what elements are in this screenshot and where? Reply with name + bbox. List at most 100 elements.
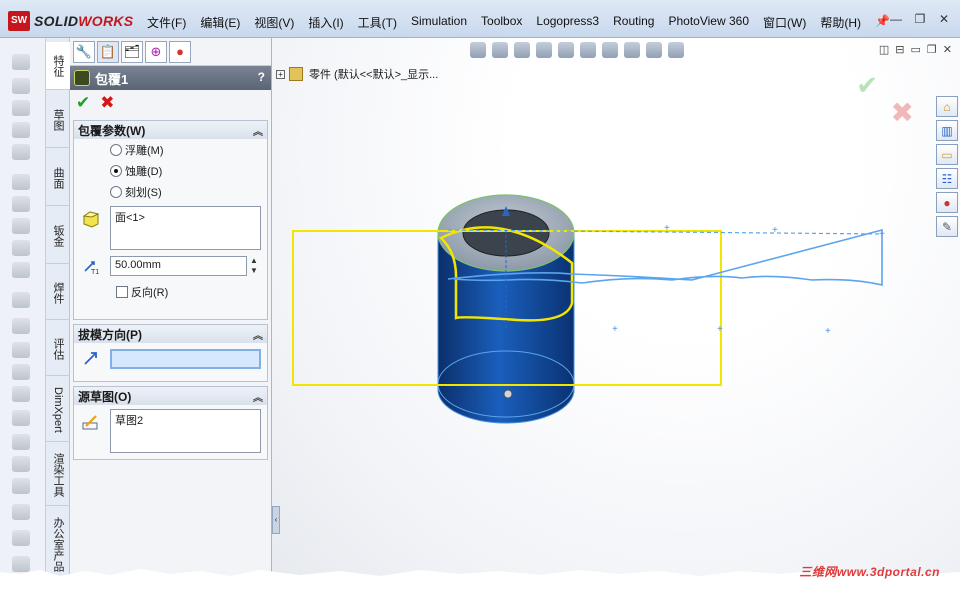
radio-button[interactable] [110, 143, 122, 156]
ref-point: + [664, 223, 670, 234]
ref-point: + [825, 326, 831, 337]
cancel-button[interactable]: ✖ [100, 93, 114, 113]
graphics-area[interactable]: ◫ ⊟ ▭ ❐ ✕ + 零件 (默认<<默认>_显示... ✔ ✖ ‹ + + … [272, 38, 960, 590]
reference-geometry-icon[interactable] [12, 478, 30, 494]
command-manager-tabs: 特征 草图 曲面 钣金 焊件 评估 DimXpert 渲染工具 办公室产品 [46, 38, 70, 590]
tab-label: 渲染工具 [52, 452, 64, 497]
view-palette-icon[interactable]: ☷ [936, 168, 958, 189]
manager-tabs: 🔧 📋 🗂 ⊕ ● [70, 38, 271, 66]
hole-wizard-icon[interactable] [12, 196, 30, 212]
extrude-boss-icon[interactable] [12, 54, 30, 70]
chevron-up-icon[interactable]: ︽ [253, 389, 263, 404]
group-title: 包覆参数(W) [78, 123, 146, 138]
pull-direction-field[interactable] [110, 349, 261, 369]
spin-arrows[interactable]: ▲ ▼ [250, 256, 260, 276]
direction-arrow-icon [84, 352, 97, 365]
radio-scribe[interactable]: 刻划(S) [74, 181, 267, 202]
swept-boss-icon[interactable] [12, 100, 30, 116]
source-sketch-group: 源草图(O) ︽ 草图2 [73, 386, 268, 460]
menu-view[interactable]: 视图(V) [247, 8, 301, 36]
tab-dimxpert[interactable]: DimXpert [46, 378, 70, 442]
curves-icon[interactable] [12, 504, 30, 520]
list-item[interactable]: 面<1> [115, 209, 256, 225]
tab-render-tools[interactable]: 渲染工具 [46, 444, 70, 506]
restore-icon[interactable]: ❐ [910, 10, 930, 28]
radio-button[interactable] [110, 185, 122, 198]
tab-sheet-metal[interactable]: 钣金 [46, 208, 70, 264]
menu-tools[interactable]: 工具(T) [351, 8, 404, 36]
minimize-icon[interactable]: — [886, 10, 906, 28]
thickness-icon: T1 [84, 261, 99, 275]
dimxpert-manager-icon[interactable]: ⊕ [145, 40, 167, 63]
menu-simulation[interactable]: Simulation [404, 8, 474, 36]
model-preview: + + + + + + [292, 194, 885, 424]
fillet-icon[interactable] [12, 292, 30, 308]
instant3d-icon[interactable] [12, 530, 30, 546]
checkbox-label: 反向(R) [131, 287, 169, 299]
tab-features[interactable]: 特征 [46, 42, 70, 90]
lofted-cut-icon[interactable] [12, 262, 30, 278]
menu-photoview[interactable]: PhotoView 360 [661, 8, 756, 36]
linear-pattern-icon[interactable] [12, 318, 30, 334]
chevron-up-icon[interactable]: ︽ [253, 327, 263, 342]
shell-icon[interactable] [12, 386, 30, 402]
source-sketch-list[interactable]: 草图2 [110, 409, 261, 453]
tab-weldments[interactable]: 焊件 [46, 266, 70, 320]
menu-edit[interactable]: 编辑(E) [193, 8, 247, 36]
radio-label: 浮雕(M) [125, 144, 164, 157]
intersect-icon[interactable] [12, 434, 30, 450]
ok-button[interactable]: ✔ [76, 93, 90, 113]
ref-point: + [879, 229, 885, 240]
pull-direction-group: 拔模方向(P) ︽ [73, 324, 268, 382]
menu-toolbox[interactable]: Toolbox [474, 8, 529, 36]
tab-evaluate[interactable]: 评估 [46, 322, 70, 376]
pull-direction-row [74, 343, 267, 369]
group-title: 拔模方向(P) [78, 327, 142, 342]
property-manager-icon[interactable]: 📋 [97, 40, 119, 63]
chevron-up-icon[interactable]: ︽ [253, 123, 263, 138]
group-header[interactable]: 拔模方向(P) ︽ [74, 325, 267, 343]
radio-emboss[interactable]: 浮雕(M) [74, 139, 267, 160]
help-button[interactable]: ? [258, 70, 265, 84]
menu-logopress[interactable]: Logopress3 [529, 8, 606, 36]
ok-cancel-bar: ✔ ✖ [70, 90, 271, 116]
checkbox[interactable] [116, 286, 128, 298]
feature-manager-icon[interactable]: 🔧 [73, 40, 95, 63]
appearances-icon[interactable]: ● [936, 192, 958, 213]
design-library-icon[interactable]: ▥ [936, 120, 958, 141]
extruded-cut-icon[interactable] [12, 174, 30, 190]
tab-surfaces[interactable]: 曲面 [46, 150, 70, 206]
list-item[interactable]: 草图2 [115, 412, 256, 428]
group-header[interactable]: 源草图(O) ︽ [74, 387, 267, 405]
radio-deboss[interactable]: 蚀雕(D) [74, 160, 267, 181]
tab-sketch[interactable]: 草图 [46, 92, 70, 148]
configuration-manager-icon[interactable]: 🗂 [121, 40, 143, 63]
boundary-boss-icon[interactable] [12, 144, 30, 160]
mirror-icon[interactable] [12, 456, 30, 472]
tab-label: 焊件 [52, 281, 64, 304]
face-list[interactable]: 面<1> [110, 206, 261, 250]
menu-help[interactable]: 帮助(H) [813, 8, 868, 36]
custom-properties-icon[interactable]: ✎ [936, 216, 958, 237]
menu-file[interactable]: 文件(F) [140, 8, 193, 36]
menu-insert[interactable]: 插入(I) [301, 8, 350, 36]
display-manager-icon[interactable]: ● [169, 40, 191, 63]
rib-icon[interactable] [12, 342, 30, 358]
reverse-checkbox[interactable]: 反向(R) [74, 276, 267, 304]
wrap-icon[interactable] [12, 410, 30, 426]
home-icon[interactable]: ⌂ [936, 96, 958, 117]
draft-icon[interactable] [12, 364, 30, 380]
ref-point: + [717, 324, 723, 335]
close-icon[interactable]: ✕ [934, 10, 954, 28]
lofted-boss-icon[interactable] [12, 122, 30, 138]
revolve-boss-icon[interactable] [12, 78, 30, 94]
file-explorer-icon[interactable]: ▭ [936, 144, 958, 165]
solidworks-logo[interactable]: SW SOLIDWORKS [8, 10, 133, 32]
group-header[interactable]: 包覆参数(W) ︽ [74, 121, 267, 139]
menu-routing[interactable]: Routing [606, 8, 661, 36]
swept-cut-icon[interactable] [12, 240, 30, 256]
menu-window[interactable]: 窗口(W) [756, 8, 813, 36]
revolved-cut-icon[interactable] [12, 218, 30, 234]
radio-button[interactable] [110, 164, 122, 177]
thickness-field[interactable]: 50.00mm ▲ ▼ [110, 256, 258, 276]
